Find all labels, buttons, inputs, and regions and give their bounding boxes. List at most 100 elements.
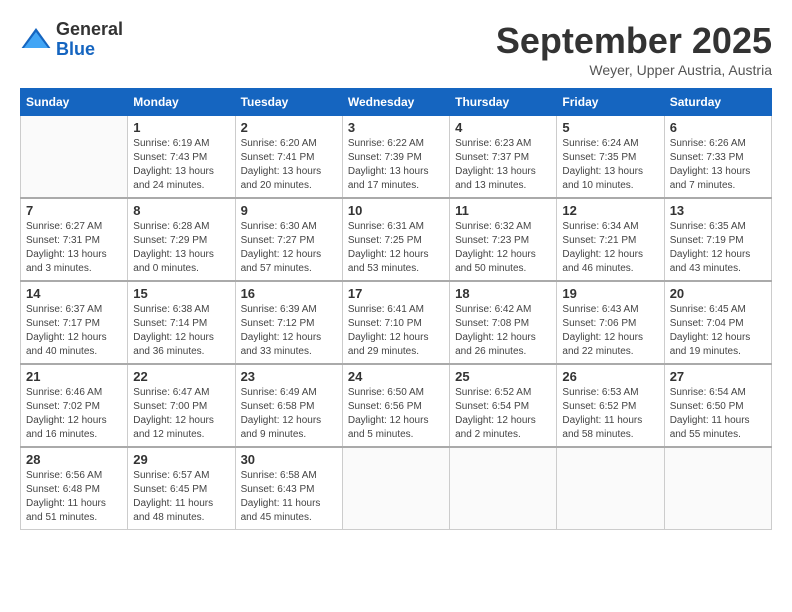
- logo-icon: [20, 24, 52, 56]
- day-info: Sunrise: 6:57 AMSunset: 6:45 PMDaylight:…: [133, 469, 229, 525]
- title-area: September 2025 Weyer, Upper Austria, Aus…: [496, 20, 772, 78]
- day-info: Sunrise: 6:43 AMSunset: 7:06 PMDaylight:…: [562, 303, 658, 359]
- day-number: 14: [26, 286, 122, 301]
- logo-general: General: [56, 19, 123, 39]
- column-header-friday: Friday: [557, 89, 664, 116]
- day-number: 29: [133, 452, 229, 467]
- day-info: Sunrise: 6:46 AMSunset: 7:02 PMDaylight:…: [26, 386, 122, 442]
- day-info: Sunrise: 6:27 AMSunset: 7:31 PMDaylight:…: [26, 220, 122, 276]
- calendar-week-row: 14 Sunrise: 6:37 AMSunset: 7:17 PMDayligh…: [21, 281, 772, 364]
- calendar-table: SundayMondayTuesdayWednesdayThursdayFrid…: [20, 88, 772, 530]
- day-number: 27: [670, 369, 766, 384]
- calendar-cell: 15 Sunrise: 6:38 AMSunset: 7:14 PMDayligh…: [128, 281, 235, 364]
- calendar-cell: 23 Sunrise: 6:49 AMSunset: 6:58 PMDayligh…: [235, 364, 342, 447]
- calendar-cell: 21Sunrise: 6:46 AMSunset: 7:02 PMDayligh…: [21, 364, 128, 447]
- day-number: 1: [133, 120, 229, 135]
- calendar-cell: 25Sunrise: 6:52 AMSunset: 6:54 PMDayligh…: [450, 364, 557, 447]
- day-number: 9: [241, 203, 337, 218]
- day-info: Sunrise: 6:35 AMSunset: 7:19 PMDaylight:…: [670, 220, 766, 276]
- day-info: Sunrise: 6:52 AMSunset: 6:54 PMDaylight:…: [455, 386, 551, 442]
- day-number: 26: [562, 369, 658, 384]
- column-header-monday: Monday: [128, 89, 235, 116]
- calendar-cell: 3 Sunrise: 6:22 AMSunset: 7:39 PMDaylight…: [342, 116, 449, 199]
- day-number: 3: [348, 120, 444, 135]
- calendar-header-row: SundayMondayTuesdayWednesdayThursdayFrid…: [21, 89, 772, 116]
- day-number: 6: [670, 120, 766, 135]
- calendar-cell: 5 Sunrise: 6:24 AMSunset: 7:35 PMDaylight…: [557, 116, 664, 199]
- day-info: Sunrise: 6:20 AMSunset: 7:41 PMDaylight:…: [241, 137, 337, 193]
- logo: General Blue: [20, 20, 123, 60]
- day-info: Sunrise: 6:45 AMSunset: 7:04 PMDaylight:…: [670, 303, 766, 359]
- day-number: 2: [241, 120, 337, 135]
- day-info: Sunrise: 6:49 AMSunset: 6:58 PMDaylight:…: [241, 386, 337, 442]
- calendar-cell: 9 Sunrise: 6:30 AMSunset: 7:27 PMDaylight…: [235, 198, 342, 281]
- calendar-cell: 2 Sunrise: 6:20 AMSunset: 7:41 PMDaylight…: [235, 116, 342, 199]
- calendar-cell: 12Sunrise: 6:34 AMSunset: 7:21 PMDayligh…: [557, 198, 664, 281]
- column-header-saturday: Saturday: [664, 89, 771, 116]
- day-number: 28: [26, 452, 122, 467]
- day-info: Sunrise: 6:24 AMSunset: 7:35 PMDaylight:…: [562, 137, 658, 193]
- day-number: 5: [562, 120, 658, 135]
- day-info: Sunrise: 6:56 AMSunset: 6:48 PMDaylight:…: [26, 469, 122, 525]
- day-info: Sunrise: 6:22 AMSunset: 7:39 PMDaylight:…: [348, 137, 444, 193]
- day-number: 22: [133, 369, 229, 384]
- calendar-cell: [21, 116, 128, 199]
- location-title: Weyer, Upper Austria, Austria: [496, 62, 772, 78]
- calendar-cell: 8Sunrise: 6:28 AMSunset: 7:29 PMDaylight…: [128, 198, 235, 281]
- day-number: 30: [241, 452, 337, 467]
- day-number: 20: [670, 286, 766, 301]
- calendar-cell: 22 Sunrise: 6:47 AMSunset: 7:00 PMDayligh…: [128, 364, 235, 447]
- calendar-cell: 24Sunrise: 6:50 AMSunset: 6:56 PMDayligh…: [342, 364, 449, 447]
- column-header-thursday: Thursday: [450, 89, 557, 116]
- column-header-wednesday: Wednesday: [342, 89, 449, 116]
- calendar-cell: 18Sunrise: 6:42 AMSunset: 7:08 PMDayligh…: [450, 281, 557, 364]
- day-number: 15: [133, 286, 229, 301]
- day-info: Sunrise: 6:54 AMSunset: 6:50 PMDaylight:…: [670, 386, 766, 442]
- day-number: 19: [562, 286, 658, 301]
- day-info: Sunrise: 6:47 AMSunset: 7:00 PMDaylight:…: [133, 386, 229, 442]
- column-header-sunday: Sunday: [21, 89, 128, 116]
- day-info: Sunrise: 6:37 AMSunset: 7:17 PMDaylight:…: [26, 303, 122, 359]
- day-number: 13: [670, 203, 766, 218]
- calendar-cell: 26Sunrise: 6:53 AMSunset: 6:52 PMDayligh…: [557, 364, 664, 447]
- day-info: Sunrise: 6:31 AMSunset: 7:25 PMDaylight:…: [348, 220, 444, 276]
- calendar-cell: 4Sunrise: 6:23 AMSunset: 7:37 PMDaylight…: [450, 116, 557, 199]
- calendar-cell: 29 Sunrise: 6:57 AMSunset: 6:45 PMDayligh…: [128, 447, 235, 530]
- day-info: Sunrise: 6:41 AMSunset: 7:10 PMDaylight:…: [348, 303, 444, 359]
- calendar-cell: [342, 447, 449, 530]
- calendar-cell: 20 Sunrise: 6:45 AMSunset: 7:04 PMDayligh…: [664, 281, 771, 364]
- calendar-week-row: 7 Sunrise: 6:27 AMSunset: 7:31 PMDaylight…: [21, 198, 772, 281]
- column-header-tuesday: Tuesday: [235, 89, 342, 116]
- calendar-cell: 16Sunrise: 6:39 AMSunset: 7:12 PMDayligh…: [235, 281, 342, 364]
- day-info: Sunrise: 6:34 AMSunset: 7:21 PMDaylight:…: [562, 220, 658, 276]
- calendar-cell: 11Sunrise: 6:32 AMSunset: 7:23 PMDayligh…: [450, 198, 557, 281]
- calendar-cell: 30 Sunrise: 6:58 AMSunset: 6:43 PMDayligh…: [235, 447, 342, 530]
- day-number: 7: [26, 203, 122, 218]
- logo-text: General Blue: [56, 20, 123, 60]
- calendar-cell: 10Sunrise: 6:31 AMSunset: 7:25 PMDayligh…: [342, 198, 449, 281]
- day-info: Sunrise: 6:26 AMSunset: 7:33 PMDaylight:…: [670, 137, 766, 193]
- logo-blue: Blue: [56, 39, 95, 59]
- calendar-cell: 6 Sunrise: 6:26 AMSunset: 7:33 PMDaylight…: [664, 116, 771, 199]
- calendar-cell: 7 Sunrise: 6:27 AMSunset: 7:31 PMDaylight…: [21, 198, 128, 281]
- calendar-cell: [664, 447, 771, 530]
- day-info: Sunrise: 6:38 AMSunset: 7:14 PMDaylight:…: [133, 303, 229, 359]
- day-number: 23: [241, 369, 337, 384]
- calendar-cell: 14 Sunrise: 6:37 AMSunset: 7:17 PMDayligh…: [21, 281, 128, 364]
- day-info: Sunrise: 6:32 AMSunset: 7:23 PMDaylight:…: [455, 220, 551, 276]
- calendar-cell: 13 Sunrise: 6:35 AMSunset: 7:19 PMDayligh…: [664, 198, 771, 281]
- day-number: 17: [348, 286, 444, 301]
- header: General Blue September 2025 Weyer, Upper…: [20, 20, 772, 78]
- day-info: Sunrise: 6:39 AMSunset: 7:12 PMDaylight:…: [241, 303, 337, 359]
- calendar-cell: [557, 447, 664, 530]
- day-info: Sunrise: 6:19 AMSunset: 7:43 PMDaylight:…: [133, 137, 229, 193]
- calendar-cell: 19 Sunrise: 6:43 AMSunset: 7:06 PMDayligh…: [557, 281, 664, 364]
- day-info: Sunrise: 6:30 AMSunset: 7:27 PMDaylight:…: [241, 220, 337, 276]
- calendar-cell: 27 Sunrise: 6:54 AMSunset: 6:50 PMDayligh…: [664, 364, 771, 447]
- calendar-cell: 17 Sunrise: 6:41 AMSunset: 7:10 PMDayligh…: [342, 281, 449, 364]
- day-number: 4: [455, 120, 551, 135]
- calendar-week-row: 21Sunrise: 6:46 AMSunset: 7:02 PMDayligh…: [21, 364, 772, 447]
- day-info: Sunrise: 6:42 AMSunset: 7:08 PMDaylight:…: [455, 303, 551, 359]
- day-info: Sunrise: 6:50 AMSunset: 6:56 PMDaylight:…: [348, 386, 444, 442]
- day-info: Sunrise: 6:58 AMSunset: 6:43 PMDaylight:…: [241, 469, 337, 525]
